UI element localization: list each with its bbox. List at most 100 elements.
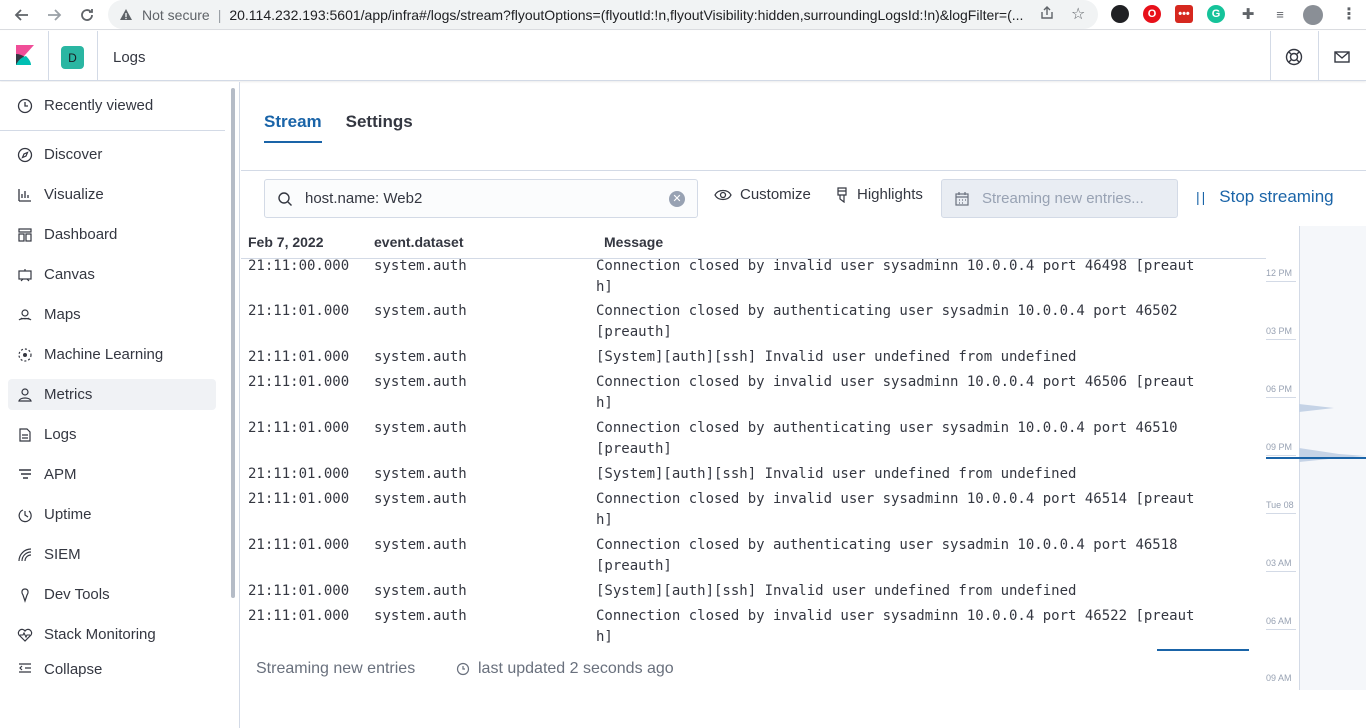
minimap-tick: 12 PM bbox=[1266, 268, 1293, 278]
nav-item-uptime[interactable]: Uptime bbox=[8, 499, 216, 530]
minimap-tick: 03 AM bbox=[1266, 558, 1292, 568]
nav-label: Dev Tools bbox=[44, 586, 110, 603]
grammarly-icon[interactable]: G bbox=[1207, 5, 1225, 23]
nav-item-canvas[interactable]: Canvas bbox=[8, 259, 216, 290]
highlights-button[interactable]: Highlights bbox=[835, 186, 923, 203]
log-timestamp: 21:11:01.000 bbox=[248, 303, 350, 319]
space-avatar[interactable]: D bbox=[61, 46, 84, 69]
bookmark-star-icon[interactable]: ☆ bbox=[1071, 4, 1085, 24]
log-message: Connection closed by authenticating user… bbox=[596, 420, 1187, 457]
search-query-text[interactable]: host.name: Web2 bbox=[305, 190, 669, 207]
dashboard-icon bbox=[16, 226, 34, 244]
clock-icon bbox=[16, 97, 34, 115]
browser-toolbar: Not secure | 20.114.232.193:5601/app/inf… bbox=[0, 0, 1366, 30]
nav-label: SIEM bbox=[44, 546, 81, 563]
last-updated: last updated 2 seconds ago bbox=[456, 660, 674, 678]
nav-item-metrics[interactable]: Metrics bbox=[8, 379, 216, 410]
log-dataset: system.auth bbox=[374, 303, 467, 319]
visualize-icon bbox=[16, 186, 34, 204]
log-message: Connection closed by authenticating user… bbox=[596, 537, 1187, 574]
metrics-icon bbox=[16, 386, 34, 404]
date-picker[interactable]: Streaming new entries... bbox=[941, 179, 1178, 218]
playlist-icon[interactable]: ≡ bbox=[1271, 5, 1289, 23]
log-dataset: system.auth bbox=[374, 259, 467, 274]
column-header-dataset: event.dataset bbox=[374, 234, 464, 250]
share-icon[interactable] bbox=[1040, 6, 1054, 23]
nav-item-machine-learning[interactable]: Machine Learning bbox=[8, 339, 216, 370]
extension-icon-1[interactable] bbox=[1111, 5, 1129, 23]
minimap-tick-line bbox=[1266, 281, 1296, 282]
header-divider bbox=[1318, 31, 1319, 81]
collapse-nav-button[interactable]: Collapse bbox=[8, 654, 102, 685]
side-nav: Recently viewed Discover Visualize Dashb… bbox=[0, 82, 240, 728]
tab-stream[interactable]: Stream bbox=[264, 112, 322, 143]
header-divider bbox=[48, 31, 49, 81]
nav-item-recently-viewed[interactable]: Recently viewed bbox=[8, 90, 216, 121]
kibana-logo-icon[interactable] bbox=[14, 45, 36, 67]
extension-icon-3[interactable]: ••• bbox=[1175, 5, 1193, 23]
highlighter-icon bbox=[835, 186, 849, 203]
nav-label: Discover bbox=[44, 146, 103, 163]
breadcrumb-title: Logs bbox=[113, 49, 146, 66]
nav-divider bbox=[0, 130, 225, 131]
compass-icon bbox=[16, 146, 34, 164]
help-icon[interactable] bbox=[1285, 48, 1303, 66]
mail-icon[interactable] bbox=[1333, 48, 1351, 66]
nav-label: Stack Monitoring bbox=[44, 626, 156, 643]
siem-icon bbox=[16, 546, 34, 564]
browser-menu-icon[interactable]: ⋮ bbox=[1340, 5, 1358, 23]
column-header-date: Feb 7, 2022 bbox=[248, 234, 324, 250]
log-message: Connection closed by authenticating user… bbox=[596, 303, 1187, 340]
minimap-tick-line bbox=[1266, 571, 1296, 572]
warning-icon bbox=[118, 7, 134, 23]
nav-label: Uptime bbox=[44, 506, 92, 523]
log-dataset: system.auth bbox=[374, 491, 467, 507]
back-icon[interactable] bbox=[11, 4, 33, 26]
nav-scrollbar[interactable] bbox=[231, 88, 235, 598]
opera-icon[interactable]: O bbox=[1143, 5, 1161, 23]
nav-item-logs[interactable]: Logs bbox=[8, 419, 216, 450]
reload-icon[interactable] bbox=[76, 4, 98, 26]
collapse-icon bbox=[16, 660, 34, 680]
canvas-icon bbox=[16, 266, 34, 284]
nav-item-apm[interactable]: APM bbox=[8, 459, 216, 490]
customize-label: Customize bbox=[740, 186, 811, 203]
not-secure-label: Not secure bbox=[142, 6, 210, 23]
log-timestamp: 21:11:01.000 bbox=[248, 466, 350, 482]
log-timestamp: 21:11:01.000 bbox=[248, 608, 350, 624]
tabs-divider bbox=[241, 170, 1366, 171]
address-bar[interactable]: Not secure | 20.114.232.193:5601/app/inf… bbox=[108, 0, 1098, 29]
minimap-position-marker[interactable] bbox=[1266, 457, 1366, 459]
forward-icon[interactable] bbox=[43, 4, 65, 26]
log-message: [System][auth][ssh] Invalid user undefin… bbox=[596, 466, 1077, 482]
header-divider bbox=[97, 31, 98, 81]
logs-icon bbox=[16, 426, 34, 444]
tab-settings[interactable]: Settings bbox=[346, 112, 413, 143]
nav-item-stack-monitoring[interactable]: Stack Monitoring bbox=[8, 619, 216, 650]
customize-button[interactable]: Customize bbox=[714, 186, 811, 203]
nav-item-maps[interactable]: Maps bbox=[8, 299, 216, 330]
search-input[interactable]: host.name: Web2 ✕ bbox=[264, 179, 698, 218]
nav-label: Canvas bbox=[44, 266, 95, 283]
collapse-label: Collapse bbox=[44, 661, 103, 678]
minimap-tick: 06 PM bbox=[1266, 384, 1293, 394]
clear-icon[interactable]: ✕ bbox=[669, 190, 685, 207]
column-header-message: Message bbox=[604, 234, 664, 250]
profile-avatar[interactable] bbox=[1303, 5, 1323, 25]
puzzle-icon[interactable]: ✚ bbox=[1239, 5, 1257, 23]
log-minimap[interactable]: 12 PM 03 PM 06 PM 09 PM Tue 08 03 AM 06 … bbox=[1266, 226, 1366, 690]
nav-item-siem[interactable]: SIEM bbox=[8, 539, 216, 570]
maps-icon bbox=[16, 306, 34, 324]
pause-icon: || bbox=[1196, 189, 1208, 205]
stop-streaming-button[interactable]: || Stop streaming bbox=[1196, 187, 1334, 207]
kibana-header: D Logs bbox=[0, 31, 1366, 81]
nav-label: Recently viewed bbox=[44, 97, 154, 114]
nav-item-dashboard[interactable]: Dashboard bbox=[8, 219, 216, 250]
nav-item-discover[interactable]: Discover bbox=[8, 139, 216, 170]
nav-item-dev-tools[interactable]: Dev Tools bbox=[8, 579, 216, 610]
log-dataset: system.auth bbox=[374, 420, 467, 436]
clock-icon bbox=[456, 662, 470, 676]
log-stream[interactable]: 21:11:00.000 system.auth Connection clos… bbox=[241, 259, 1266, 648]
devtools-icon bbox=[16, 586, 34, 604]
nav-item-visualize[interactable]: Visualize bbox=[8, 179, 216, 210]
